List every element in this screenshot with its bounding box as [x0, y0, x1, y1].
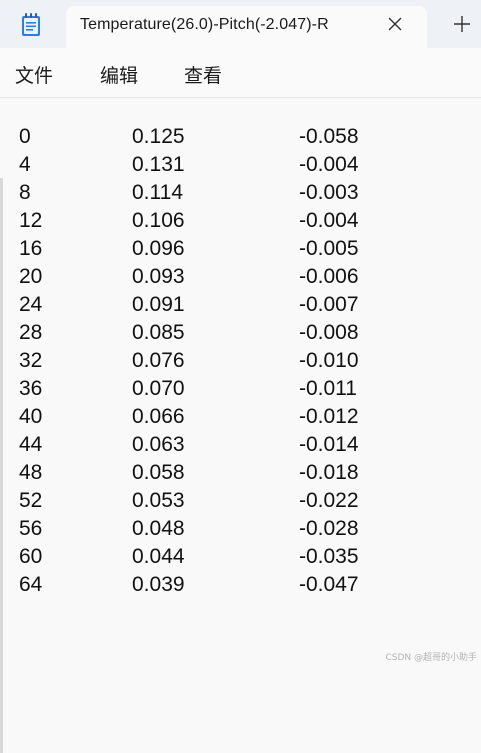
line-value-b: -0.007 [299, 293, 359, 316]
line-index: 16 [19, 237, 43, 260]
menu-edit[interactable]: 编辑 [100, 61, 138, 88]
line-index: 36 [19, 377, 43, 400]
line-value-b: -0.004 [299, 209, 359, 232]
line-value-b: -0.028 [299, 517, 359, 540]
line-value-a: 0.070 [132, 377, 185, 400]
line-value-a: 0.053 [132, 489, 185, 512]
text-line: 4 0.131 -0.004 [0, 151, 481, 179]
line-index: 56 [19, 517, 43, 540]
line-value-a: 0.091 [132, 293, 185, 316]
menu-file[interactable]: 文件 [15, 61, 53, 88]
text-line: 64 0.039 -0.047 [0, 571, 481, 599]
line-value-b: -0.010 [299, 349, 359, 372]
menu-bar: 文件 编辑 查看 [0, 48, 481, 98]
line-value-b: -0.022 [299, 489, 359, 512]
line-value-b: -0.047 [299, 573, 359, 596]
line-index: 20 [19, 265, 43, 288]
text-line: 40 0.066 -0.012 [0, 403, 481, 431]
line-index: 28 [19, 321, 43, 344]
line-value-b: -0.004 [299, 153, 359, 176]
line-value-a: 0.076 [132, 349, 185, 372]
line-value-b: -0.012 [299, 405, 359, 428]
line-index: 44 [19, 433, 43, 456]
line-value-b: -0.005 [299, 237, 359, 260]
line-value-b: -0.003 [299, 181, 359, 204]
text-line: 28 0.085 -0.008 [0, 319, 481, 347]
line-value-a: 0.125 [132, 125, 185, 148]
text-line: 56 0.048 -0.028 [0, 515, 481, 543]
line-value-a: 0.066 [132, 405, 185, 428]
text-line: 0 0.125 -0.058 [0, 123, 481, 151]
line-index: 0 [19, 125, 31, 148]
line-value-a: 0.093 [132, 265, 185, 288]
text-line: 32 0.076 -0.010 [0, 347, 481, 375]
text-line: 48 0.058 -0.018 [0, 459, 481, 487]
text-line: 36 0.070 -0.011 [0, 375, 481, 403]
line-value-b: -0.058 [299, 125, 359, 148]
plus-icon[interactable] [452, 14, 472, 34]
line-index: 48 [19, 461, 43, 484]
line-value-b: -0.006 [299, 265, 359, 288]
menu-view[interactable]: 查看 [184, 61, 222, 88]
line-value-a: 0.048 [132, 517, 185, 540]
line-index: 32 [19, 349, 43, 372]
line-value-a: 0.039 [132, 573, 185, 596]
line-index: 60 [19, 545, 43, 568]
line-index: 40 [19, 405, 43, 428]
close-icon[interactable] [386, 15, 404, 33]
line-value-a: 0.114 [132, 181, 183, 204]
text-line: 20 0.093 -0.006 [0, 263, 481, 291]
line-index: 4 [19, 153, 31, 176]
watermark-text: CSDN @超哥的小助手 [385, 653, 477, 663]
line-index: 12 [19, 209, 43, 232]
title-bar: Temperature(26.0)-Pitch(-2.047)-R [0, 0, 481, 48]
notepad-icon [22, 13, 40, 36]
line-value-b: -0.011 [299, 377, 357, 400]
line-index: 8 [19, 181, 31, 204]
tab-title: Temperature(26.0)-Pitch(-2.047)-R [80, 16, 329, 33]
line-value-a: 0.085 [132, 321, 185, 344]
line-value-b: -0.018 [299, 461, 359, 484]
line-value-a: 0.131 [132, 153, 185, 176]
text-line: 24 0.091 -0.007 [0, 291, 481, 319]
text-line: 52 0.053 -0.022 [0, 487, 481, 515]
text-line: 44 0.063 -0.014 [0, 431, 481, 459]
tab-document[interactable]: Temperature(26.0)-Pitch(-2.047)-R [66, 6, 427, 48]
line-value-a: 0.106 [132, 209, 185, 232]
line-value-a: 0.096 [132, 237, 185, 260]
line-value-b: -0.014 [299, 433, 359, 456]
line-value-a: 0.044 [132, 545, 185, 568]
text-line: 60 0.044 -0.035 [0, 543, 481, 571]
text-editor[interactable]: 0 0.125 -0.058 4 0.131 -0.004 8 0.114 -0.003 1… [0, 98, 481, 753]
text-line: 8 0.114 -0.003 [0, 179, 481, 207]
text-line: 16 0.096 -0.005 [0, 235, 481, 263]
line-value-b: -0.035 [299, 545, 359, 568]
line-value-a: 0.058 [132, 461, 185, 484]
line-value-a: 0.063 [132, 433, 185, 456]
line-index: 24 [19, 293, 43, 316]
line-value-b: -0.008 [299, 321, 359, 344]
line-index: 64 [19, 573, 43, 596]
line-index: 52 [19, 489, 43, 512]
text-line: 12 0.106 -0.004 [0, 207, 481, 235]
